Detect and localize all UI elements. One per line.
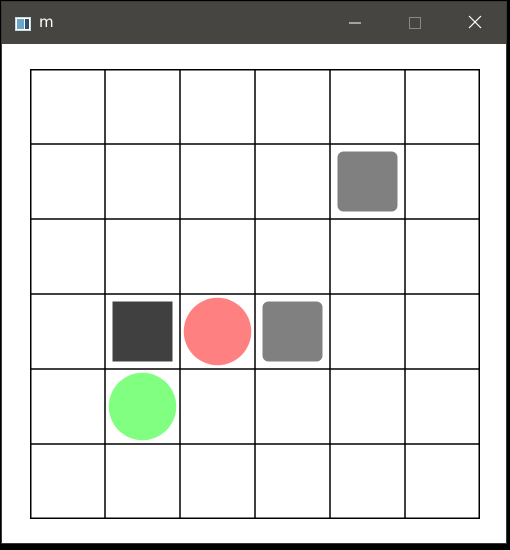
window-app-icon [15,16,31,31]
app-window: m [1,1,507,544]
wall-block [112,301,173,362]
maximize-icon [409,14,421,33]
movable-box [262,301,323,362]
maximize-button[interactable] [392,2,438,44]
minimize-button[interactable] [332,2,378,44]
minimize-icon [349,14,361,33]
player [183,297,252,366]
game-board-canvas [30,69,480,519]
close-button[interactable] [452,2,498,44]
close-icon [468,14,482,33]
game-board[interactable] [30,69,480,519]
goal [108,372,177,441]
title-bar[interactable]: m [2,2,506,44]
movable-box [337,151,398,212]
window-title: m [39,13,54,31]
game-client-area [2,44,506,543]
